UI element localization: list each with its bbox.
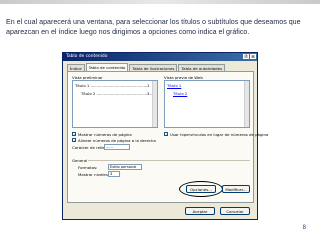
dialog-titlebar: Tabla de contenido ? × <box>63 53 257 61</box>
preview-entry-2: Título 2 ...............................… <box>81 91 155 96</box>
tab-leader-select[interactable]: ...... <box>104 144 130 150</box>
slide-caption: En el cual aparecerá una ventana, para s… <box>6 18 301 36</box>
right-align-page-numbers-label: Alinear números de página a la derecha <box>78 138 156 143</box>
accept-button[interactable]: Aceptar <box>185 207 215 215</box>
window-controls: ? × <box>243 54 256 59</box>
preview-entry-1: Título 1 ...............................… <box>75 83 149 88</box>
help-icon[interactable]: ? <box>243 54 249 59</box>
show-levels-label: Mostrar niveles: <box>78 172 110 177</box>
preview-entry-1-page: 1 <box>147 83 150 88</box>
print-preview-box: Título 1 ...............................… <box>72 80 158 128</box>
general-separator <box>88 160 250 161</box>
modify-button[interactable]: Modificar... <box>222 185 250 193</box>
print-preview-scrollbar[interactable] <box>152 81 157 127</box>
web-preview-scrollbar[interactable] <box>244 81 249 127</box>
show-page-numbers-label: Mostrar números de página <box>78 132 132 137</box>
preview-entry-2-page: 3 <box>147 91 150 96</box>
show-page-numbers-checkbox[interactable]: ✓ <box>72 132 76 137</box>
formats-label: Formatos: <box>78 165 98 170</box>
cancel-button[interactable]: Cancelar <box>220 207 250 215</box>
use-hyperlinks-checkbox[interactable]: ✓ <box>164 132 168 137</box>
options-highlight-circle <box>179 181 223 197</box>
right-align-page-numbers-checkbox[interactable]: ✓ <box>72 138 76 143</box>
page-number: 8 <box>302 225 306 231</box>
formats-select[interactable]: Estilo personal <box>108 164 142 170</box>
slide-top-border <box>0 0 320 4</box>
web-preview-box: Título 1 Título 2 <box>164 80 250 128</box>
show-levels-spinner[interactable]: 3 <box>108 171 120 177</box>
general-group-label: General <box>72 158 88 163</box>
tab-panel: Vista preliminar Título 1 ..............… <box>67 71 268 203</box>
dialog-title: Tabla de contenido <box>66 54 108 59</box>
toc-dialog: Tabla de contenido ? × Índice Tabla de c… <box>62 52 268 220</box>
use-hyperlinks-label: Usar hipervínculos en lugar de números d… <box>170 132 269 137</box>
web-preview-link-1[interactable]: Título 1 <box>167 83 181 88</box>
close-icon[interactable]: × <box>250 54 256 59</box>
web-preview-link-2[interactable]: Título 2 <box>173 91 187 96</box>
